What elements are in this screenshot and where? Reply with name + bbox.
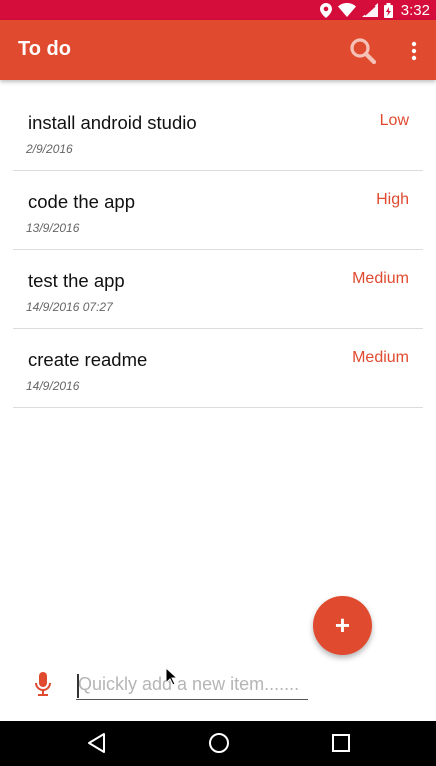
more-options-button[interactable] bbox=[404, 36, 424, 66]
mouse-cursor-icon bbox=[166, 668, 178, 686]
voice-input-button[interactable] bbox=[34, 672, 52, 698]
search-icon bbox=[350, 38, 377, 65]
task-date: 14/9/2016 bbox=[26, 379, 80, 393]
task-priority: Medium bbox=[352, 349, 409, 366]
task-date: 13/9/2016 bbox=[26, 221, 80, 235]
plus-icon: + bbox=[334, 609, 351, 640]
location-icon bbox=[319, 2, 332, 18]
back-icon[interactable] bbox=[86, 732, 106, 754]
navigation-bar bbox=[0, 721, 436, 766]
status-time: 3:32 bbox=[400, 1, 430, 19]
task-date: 14/9/2016 07:27 bbox=[26, 300, 113, 314]
home-icon[interactable] bbox=[208, 732, 230, 754]
no-signal-icon bbox=[361, 3, 378, 17]
status-bar: 3:32 bbox=[0, 0, 436, 20]
task-title: install android studio bbox=[28, 112, 197, 133]
task-row[interactable]: test the app 14/9/2016 07:27 Medium bbox=[13, 250, 423, 329]
task-row[interactable]: create readme 14/9/2016 Medium bbox=[13, 329, 423, 408]
app-bar: To do bbox=[0, 20, 436, 80]
task-title: test the app bbox=[28, 270, 125, 291]
quick-add-input[interactable] bbox=[76, 670, 308, 700]
search-button[interactable] bbox=[348, 36, 378, 66]
task-row[interactable]: install android studio 2/9/2016 Low bbox=[13, 92, 423, 171]
page-title: To do bbox=[18, 38, 71, 60]
task-priority: High bbox=[376, 191, 409, 208]
task-list: install android studio 2/9/2016 Low code… bbox=[13, 92, 423, 408]
task-title: code the app bbox=[28, 191, 135, 212]
task-priority: Medium bbox=[352, 270, 409, 287]
battery-charging-icon bbox=[383, 2, 393, 18]
text-caret bbox=[77, 674, 79, 698]
task-title: create readme bbox=[28, 349, 148, 370]
task-row[interactable]: code the app 13/9/2016 High bbox=[13, 171, 423, 250]
task-date: 2/9/2016 bbox=[26, 142, 73, 156]
mic-icon bbox=[35, 672, 51, 696]
task-priority: Low bbox=[379, 112, 409, 129]
recents-icon[interactable] bbox=[332, 734, 350, 752]
add-item-button[interactable]: + bbox=[313, 596, 372, 655]
more-vert-icon bbox=[411, 41, 417, 61]
wifi-icon bbox=[337, 3, 356, 17]
